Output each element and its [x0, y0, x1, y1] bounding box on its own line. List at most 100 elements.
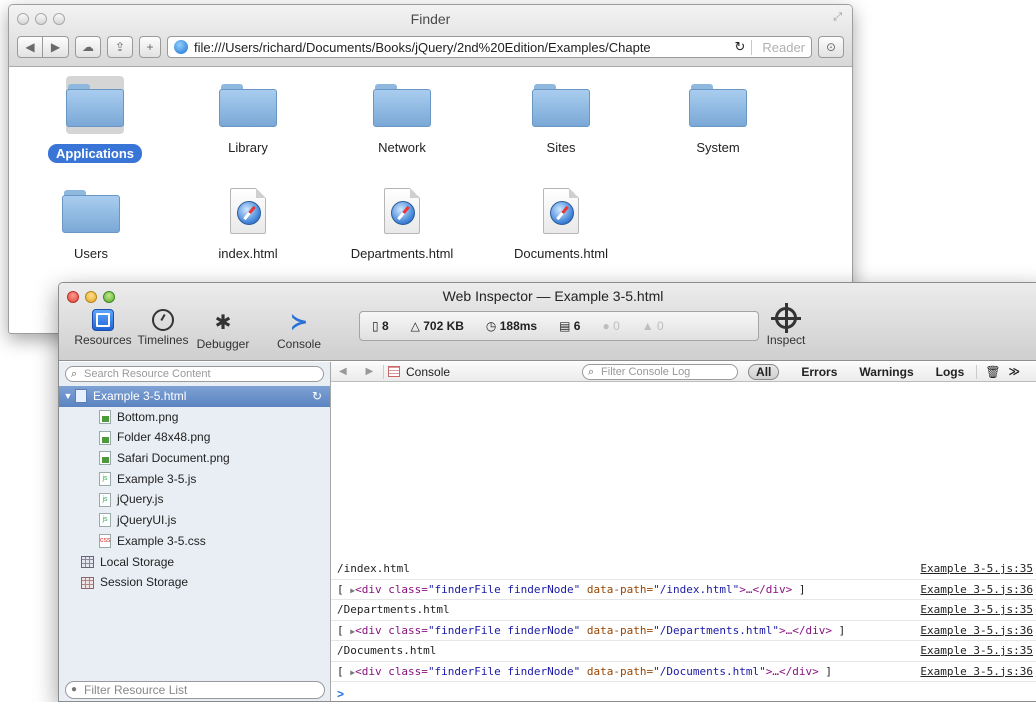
element-message[interactable]: [ ▶<div class="finderFile finderNode" da…	[337, 583, 919, 596]
folder-icon	[689, 82, 747, 128]
error-count: ● 0	[602, 319, 620, 333]
share-icon[interactable]: ⇪	[107, 36, 133, 58]
warning-count: ▲ 0	[641, 319, 664, 333]
js-file-icon: js	[99, 492, 111, 507]
file-item-network[interactable]: Network	[327, 82, 477, 155]
timelines-icon	[152, 309, 174, 331]
web-inspector-window: Web Inspector — Example 3-5.html Resourc…	[58, 282, 1036, 702]
file-label: Library	[228, 140, 268, 155]
file-label: Applications	[47, 144, 142, 163]
safari-document-icon	[230, 188, 266, 234]
activity-stats[interactable]: ▯ 8 △ 702 KB ◷ 188ms ▤ 6 ● 0 ▲ 0	[359, 311, 759, 341]
tree-item[interactable]: js jQuery.js	[59, 489, 330, 510]
back-button[interactable]: ◀	[17, 36, 43, 58]
weight-icon: △	[410, 319, 420, 333]
file-item-index-html[interactable]: index.html	[173, 188, 323, 261]
reload-icon[interactable]: ↻	[312, 386, 322, 407]
resource-filter-input[interactable]: Filter Resource List	[65, 681, 325, 699]
tree-item[interactable]: css Example 3-5.css	[59, 531, 330, 552]
source-link[interactable]: Example 3-5.js:35	[919, 644, 1036, 657]
tool-label: Debugger	[196, 337, 250, 351]
tool-console[interactable]: ≻ Console	[269, 309, 329, 351]
url-text[interactable]: file:///Users/richard/Documents/Books/jQ…	[194, 40, 728, 55]
storage-grid-icon	[81, 555, 94, 568]
tool-debugger[interactable]: ✱ Debugger	[193, 309, 253, 352]
file-item-applications[interactable]: Applications	[20, 76, 170, 163]
clock-icon: ◷	[485, 319, 497, 333]
crosshair-icon	[771, 303, 801, 333]
chevron-down-icon[interactable]: ≫	[1009, 365, 1021, 378]
tree-item[interactable]: js jQueryUI.js	[59, 510, 330, 531]
filter-errors-button[interactable]: Errors	[801, 365, 837, 379]
file-label: Departments.html	[350, 246, 454, 261]
disclosure-triangle-icon[interactable]: ▼	[61, 386, 75, 407]
source-link[interactable]: Example 3-5.js:36	[919, 665, 1036, 678]
forward-button[interactable]: ▶	[43, 36, 69, 58]
load-time: ◷ 188ms	[485, 319, 538, 333]
element-message[interactable]: [ ▶<div class="finderFile finderNode" da…	[337, 624, 919, 637]
address-bar[interactable]: file:///Users/richard/Documents/Books/jQ…	[167, 36, 812, 58]
tree-item-label: Safari Document.png	[117, 451, 230, 466]
folder-icon	[66, 82, 124, 128]
filter-all-button[interactable]: All	[748, 363, 780, 380]
console-path-label[interactable]: Console	[406, 365, 450, 379]
window-title: Finder	[410, 11, 451, 27]
file-item-system[interactable]: System	[643, 82, 793, 155]
tree-item[interactable]: Bottom.png	[59, 407, 330, 428]
tree-item[interactable]: Folder 48x48.png	[59, 427, 330, 448]
element-message[interactable]: [ ▶<div class="finderFile finderNode" da…	[337, 665, 919, 678]
reader-button[interactable]: Reader	[751, 39, 805, 55]
inspector-titlebar: Web Inspector — Example 3-5.html Resourc…	[59, 283, 1036, 361]
source-link[interactable]: Example 3-5.js:36	[919, 624, 1036, 637]
tree-item-local-storage[interactable]: Local Storage	[59, 552, 330, 573]
tree-item-session-storage[interactable]: Session Storage	[59, 572, 330, 593]
inspect-button[interactable]: Inspect	[761, 303, 811, 347]
fullscreen-icon[interactable]: ⤢	[833, 11, 842, 24]
source-link[interactable]: Example 3-5.js:36	[919, 583, 1036, 596]
file-item-users[interactable]: Users	[16, 188, 166, 261]
message-text: /index.html	[337, 562, 410, 576]
console-filter-input[interactable]: Filter Console Log	[582, 363, 739, 380]
tree-item-label: Session Storage	[100, 575, 189, 590]
resource-search-input[interactable]: Search Resource Content	[65, 366, 324, 382]
message-icon: ▤	[559, 319, 571, 333]
tree-item[interactable]: js Example 3-5.js	[59, 469, 330, 490]
console-log-icon	[388, 366, 400, 377]
source-link[interactable]: Example 3-5.js:35	[919, 603, 1036, 616]
console-message: /index.html Example 3-5.js:35	[331, 559, 1036, 580]
globe-icon	[174, 40, 188, 54]
html-file-icon	[75, 389, 87, 404]
filter-logs-button[interactable]: Logs	[936, 365, 965, 379]
css-file-icon: css	[99, 534, 111, 549]
tree-item-label: Bottom.png	[117, 409, 179, 424]
tree-item-root[interactable]: ▼ Example 3-5.html ↻	[59, 386, 330, 407]
console-message: [ ▶<div class="finderFile finderNode" da…	[331, 662, 1036, 682]
source-link[interactable]: Example 3-5.js:35	[919, 562, 1036, 575]
file-item-library[interactable]: Library	[173, 82, 323, 155]
reload-icon[interactable]: ↻	[734, 39, 745, 55]
console-prompt[interactable]: >	[337, 687, 344, 701]
folder-icon	[62, 188, 120, 234]
resource-tree: ▼ Example 3-5.html ↻ Bottom.png Folder 4…	[59, 386, 330, 593]
tree-item[interactable]: Safari Document.png	[59, 448, 330, 469]
new-tab-button[interactable]: +	[139, 36, 161, 58]
file-item-departments-html[interactable]: Departments.html	[327, 188, 477, 261]
downloads-icon[interactable]: ⊙	[818, 36, 844, 58]
nav-arrows[interactable]: ◀ ▶	[331, 366, 379, 377]
nav-buttons: ◀ ▶	[17, 36, 69, 58]
file-item-sites[interactable]: Sites	[486, 82, 636, 155]
icloud-tabs-icon[interactable]: ☁	[75, 36, 101, 58]
storage-grid-icon	[81, 576, 94, 589]
file-label: Users	[74, 246, 108, 261]
resource-size: △ 702 KB	[410, 319, 464, 333]
file-item-documents-html[interactable]: Documents.html	[486, 188, 636, 261]
finder-titlebar: Finder ⤢ ◀ ▶ ☁ ⇪ + file:///Users/richard…	[9, 5, 852, 67]
filter-warnings-button[interactable]: Warnings	[859, 365, 913, 379]
console-message: [ ▶<div class="finderFile finderNode" da…	[331, 621, 1036, 641]
tool-resources[interactable]: Resources	[73, 309, 133, 351]
file-label: Network	[378, 140, 426, 155]
tool-timelines[interactable]: Timelines	[133, 309, 193, 351]
safari-document-icon	[384, 188, 420, 234]
trash-icon[interactable]: 🗑	[985, 365, 1000, 379]
divider	[383, 364, 384, 379]
